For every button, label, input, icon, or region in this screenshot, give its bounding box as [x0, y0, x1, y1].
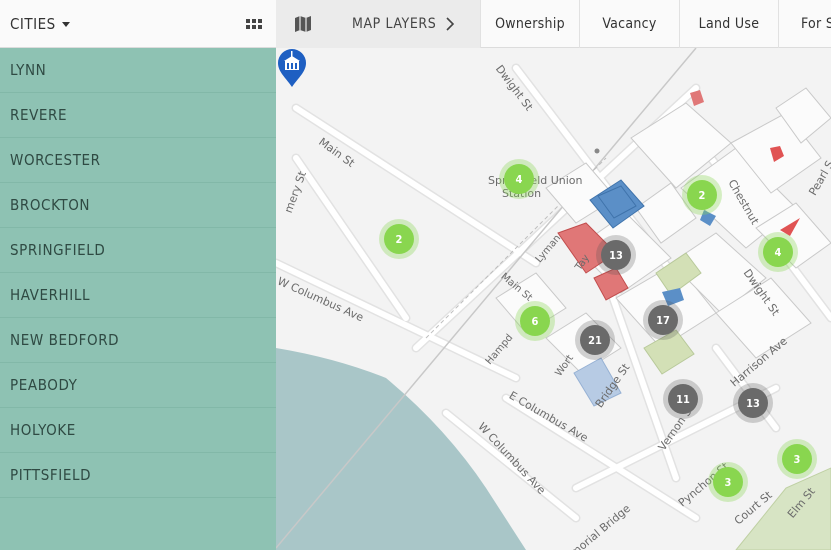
city-item-pittsfield[interactable]: PITTSFIELD [0, 453, 276, 498]
city-item-holyoke[interactable]: HOLYOKE [0, 408, 276, 453]
cluster-marker[interactable]: 3 [777, 439, 817, 479]
tab-vacancy[interactable]: Vacancy [579, 0, 679, 48]
cluster-count: 21 [580, 325, 610, 355]
cluster-count: 3 [713, 467, 743, 497]
cluster-marker[interactable]: 11 [663, 379, 703, 419]
city-item-lynn[interactable]: LYNN [0, 48, 276, 93]
tab-ownership[interactable]: Ownership [480, 0, 579, 48]
cluster-count: 11 [668, 384, 698, 414]
grid-view-button[interactable] [232, 0, 276, 48]
city-item-revere[interactable]: REVERE [0, 93, 276, 138]
cluster-count: 2 [687, 180, 717, 210]
cluster-marker[interactable]: 3 [708, 462, 748, 502]
map-canvas[interactable]: Main St Dwight St mery St Springfield Un… [276, 48, 831, 550]
cities-label: CITIES [10, 15, 56, 33]
cluster-count: 17 [648, 305, 678, 335]
cities-dropdown-button[interactable]: CITIES [0, 0, 230, 48]
cluster-count: 13 [601, 240, 631, 270]
city-hall-pin-icon[interactable] [276, 48, 308, 88]
cluster-count: 6 [520, 306, 550, 336]
city-list-sidebar: LYNN REVERE WORCESTER BROCKTON SPRINGFIE… [0, 48, 276, 550]
cluster-marker[interactable]: 21 [575, 320, 615, 360]
map-base [276, 48, 831, 550]
cluster-count: 13 [738, 388, 768, 418]
city-item-brockton[interactable]: BROCKTON [0, 183, 276, 228]
cluster-marker[interactable]: 17 [643, 300, 683, 340]
map-icon [295, 16, 311, 32]
top-bar: CITIES MAP LAYERS Ownership Vacancy Land… [0, 0, 831, 48]
city-item-worcester[interactable]: WORCESTER [0, 138, 276, 183]
layer-tabs: Ownership Vacancy Land Use For S [480, 0, 831, 48]
caret-down-icon [61, 21, 70, 27]
cluster-marker[interactable]: 4 [499, 159, 539, 199]
chevron-right-icon [446, 17, 455, 31]
city-item-new-bedford[interactable]: NEW BEDFORD [0, 318, 276, 363]
city-item-peabody[interactable]: PEABODY [0, 363, 276, 408]
cluster-marker[interactable]: 13 [733, 383, 773, 423]
city-item-haverhill[interactable]: HAVERHILL [0, 273, 276, 318]
cluster-count: 3 [782, 444, 812, 474]
map-layers-button[interactable]: MAP LAYERS [276, 0, 480, 48]
cluster-marker[interactable]: 13 [596, 235, 636, 275]
cluster-marker[interactable]: 2 [379, 219, 419, 259]
cluster-count: 2 [384, 224, 414, 254]
tab-for-sale[interactable]: For S [778, 0, 831, 48]
cluster-marker[interactable]: 4 [758, 232, 798, 272]
cluster-marker[interactable]: 6 [515, 301, 555, 341]
tab-land-use[interactable]: Land Use [679, 0, 778, 48]
city-item-springfield[interactable]: SPRINGFIELD [0, 228, 276, 273]
cluster-marker[interactable]: 2 [682, 175, 722, 215]
cluster-count: 4 [504, 164, 534, 194]
map-layers-label: MAP LAYERS [352, 16, 437, 32]
cluster-count: 4 [763, 237, 793, 267]
grid-icon [246, 19, 262, 29]
